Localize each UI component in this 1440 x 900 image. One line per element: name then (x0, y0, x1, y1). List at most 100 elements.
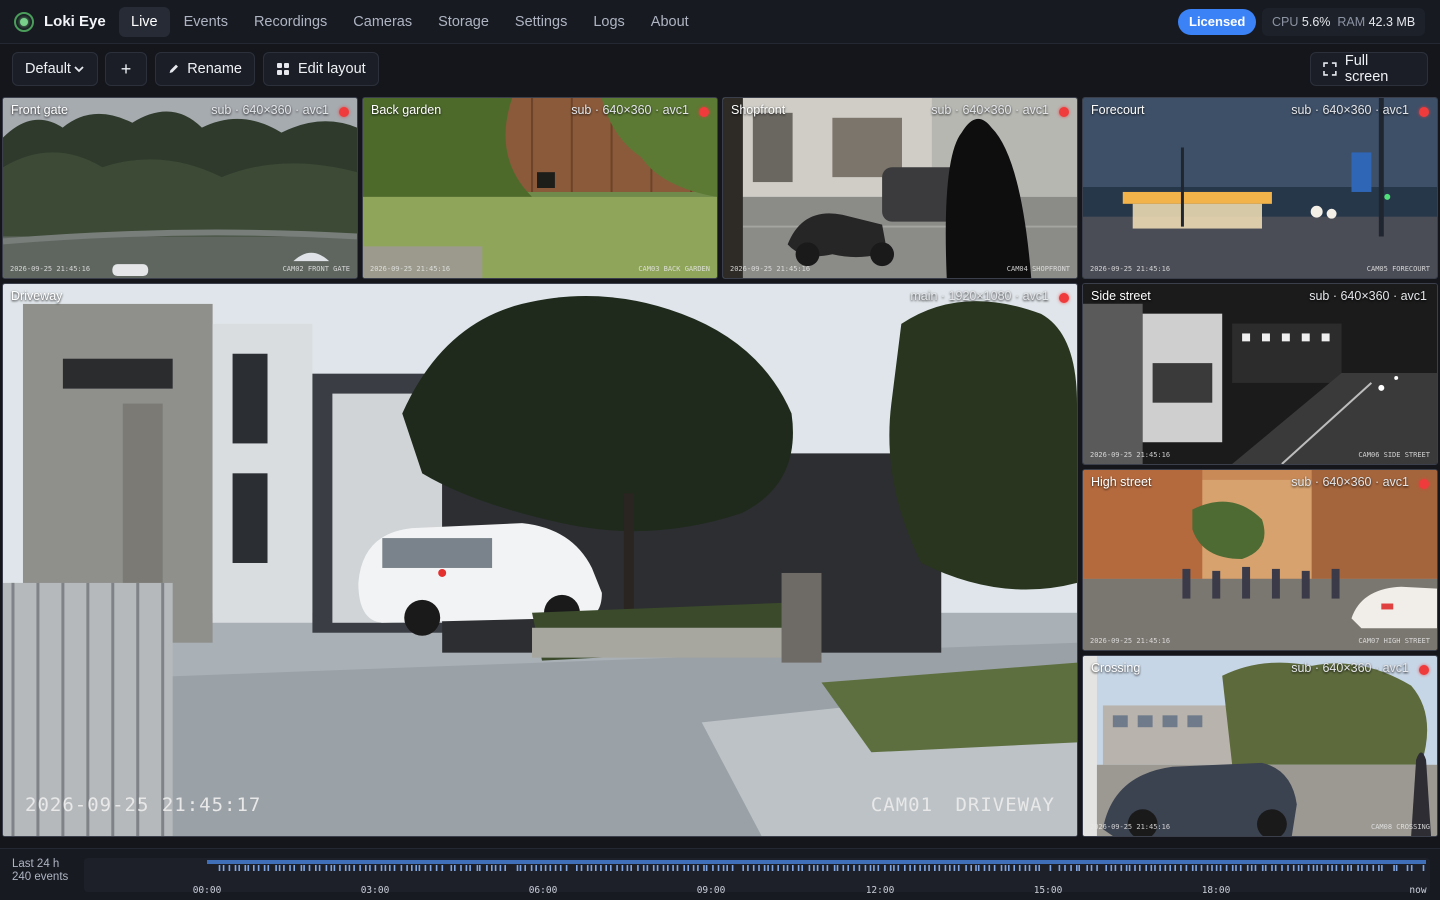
timeline-event-marker[interactable] (1307, 865, 1310, 871)
timeline-event-marker[interactable] (1422, 865, 1425, 871)
timeline-event-marker[interactable] (864, 865, 867, 871)
timeline-event-marker[interactable] (1274, 865, 1277, 871)
timeline-event-marker[interactable] (393, 865, 396, 871)
timeline-event-marker[interactable] (257, 865, 260, 871)
timeline-events[interactable] (84, 858, 1430, 884)
timeline-event-marker[interactable] (797, 865, 800, 871)
timeline-event-marker[interactable] (1316, 865, 1318, 871)
timeline-event-marker[interactable] (646, 865, 649, 871)
layout-select[interactable]: Default (12, 52, 98, 86)
timeline-event-marker[interactable] (847, 865, 849, 871)
timeline-event-marker[interactable] (580, 865, 583, 871)
timeline-event-marker[interactable] (519, 865, 522, 871)
license-badge[interactable]: Licensed (1178, 9, 1257, 35)
timeline-event-marker[interactable] (1013, 865, 1015, 871)
timeline-event-marker[interactable] (1125, 865, 1128, 871)
timeline-event-marker[interactable] (786, 865, 789, 871)
timeline-event-marker[interactable] (697, 865, 699, 871)
timeline-event-marker[interactable] (278, 865, 281, 871)
timeline-event-marker[interactable] (544, 865, 547, 871)
timeline-event-marker[interactable] (315, 865, 317, 871)
timeline-event-marker[interactable] (1000, 865, 1003, 871)
timeline-event-marker[interactable] (333, 865, 336, 871)
timeline-event-marker[interactable] (1180, 865, 1182, 871)
timeline-event-marker[interactable] (717, 865, 720, 871)
timeline-event-marker[interactable] (822, 865, 824, 871)
timeline-event-marker[interactable] (884, 865, 886, 871)
timeline-event-marker[interactable] (1191, 865, 1194, 871)
timeline-event-marker[interactable] (1264, 865, 1267, 871)
timeline-event-marker[interactable] (616, 865, 618, 871)
timeline-event-marker[interactable] (869, 865, 872, 871)
timeline-event-marker[interactable] (435, 865, 438, 871)
timeline-event-marker[interactable] (365, 865, 367, 871)
timeline-event-marker[interactable] (1086, 865, 1088, 871)
camera-tile-driveway[interactable]: Driveway main · 1920×1080 · avc1 2026-09… (2, 283, 1078, 837)
timeline-event-marker[interactable] (1357, 865, 1359, 871)
timeline-event-marker[interactable] (1219, 865, 1222, 871)
timeline-event-marker[interactable] (441, 865, 444, 871)
timeline-event-marker[interactable] (595, 865, 597, 871)
timeline-event-marker[interactable] (1024, 865, 1027, 871)
camera-tile-shopfront[interactable]: Shopfront sub · 640×360 · avc1 2026-09-2… (722, 97, 1078, 279)
timeline-event-marker[interactable] (1393, 865, 1395, 871)
camera-tile-high-street[interactable]: High street sub · 640×360 · avc1 2026-09… (1082, 469, 1438, 651)
timeline-event-marker[interactable] (1195, 865, 1197, 871)
timeline-event-marker[interactable] (348, 865, 351, 871)
timeline-event-marker[interactable] (808, 865, 811, 871)
timeline-event-marker[interactable] (476, 865, 479, 871)
timeline-event-marker[interactable] (792, 865, 794, 871)
timeline-event-marker[interactable] (1058, 865, 1061, 871)
timeline-event-marker[interactable] (1064, 865, 1066, 871)
timeline-event-marker[interactable] (1341, 865, 1344, 871)
timeline-event-marker[interactable] (369, 865, 371, 871)
camera-tile-crossing[interactable]: Crossing sub · 640×360 · avc1 2026-09-25… (1082, 655, 1438, 837)
timeline-event-marker[interactable] (889, 865, 892, 871)
timeline-event-marker[interactable] (486, 865, 488, 871)
timeline-event-marker[interactable] (1049, 865, 1052, 871)
timeline-event-marker[interactable] (934, 865, 936, 871)
timeline-event-marker[interactable] (303, 865, 305, 871)
timeline-event-marker[interactable] (353, 865, 355, 871)
nav-settings[interactable]: Settings (503, 7, 579, 37)
timeline-event-marker[interactable] (877, 865, 880, 871)
timeline-event-marker[interactable] (1378, 865, 1380, 871)
timeline-event-marker[interactable] (1096, 865, 1098, 871)
timeline-event-marker[interactable] (359, 865, 361, 871)
camera-tile-side-street[interactable]: Side street sub · 640×360 · avc1 2026-09… (1082, 283, 1438, 465)
timeline-event-marker[interactable] (499, 865, 502, 871)
timeline-event-marker[interactable] (418, 865, 421, 871)
timeline-event-marker[interactable] (1395, 865, 1398, 871)
timeline-event-marker[interactable] (1254, 865, 1257, 871)
timeline-event-marker[interactable] (801, 865, 803, 871)
timeline-event-marker[interactable] (1139, 865, 1141, 871)
timeline-event-marker[interactable] (454, 865, 456, 871)
timeline-event-marker[interactable] (712, 865, 714, 871)
timeline-event-marker[interactable] (1347, 865, 1349, 871)
timeline-event-marker[interactable] (1169, 865, 1171, 871)
timeline-event-marker[interactable] (1297, 865, 1300, 871)
timeline-event-marker[interactable] (380, 865, 383, 871)
timeline-event-marker[interactable] (222, 865, 225, 871)
timeline-event-marker[interactable] (263, 865, 266, 871)
timeline-event-marker[interactable] (554, 865, 557, 871)
timeline-event-marker[interactable] (873, 865, 875, 871)
timeline-event-marker[interactable] (938, 865, 941, 871)
timeline-event-marker[interactable] (530, 865, 533, 871)
timeline-event-marker[interactable] (630, 865, 632, 871)
timeline-event-marker[interactable] (253, 865, 255, 871)
timeline-event-marker[interactable] (605, 865, 607, 871)
timeline-event-marker[interactable] (904, 865, 906, 871)
timeline-event-marker[interactable] (469, 865, 471, 871)
timeline-event-marker[interactable] (782, 865, 785, 871)
timeline-event-marker[interactable] (752, 865, 755, 871)
timeline-event-marker[interactable] (842, 865, 845, 871)
timeline-event-marker[interactable] (238, 865, 240, 871)
timeline-event-marker[interactable] (1327, 865, 1329, 871)
timeline-event-marker[interactable] (965, 865, 967, 871)
nav-storage[interactable]: Storage (426, 7, 501, 37)
brand[interactable]: Loki Eye (14, 11, 119, 32)
timeline-event-marker[interactable] (1235, 865, 1237, 871)
add-layout-button[interactable]: + (105, 52, 147, 86)
timeline-event-marker[interactable] (913, 865, 916, 871)
